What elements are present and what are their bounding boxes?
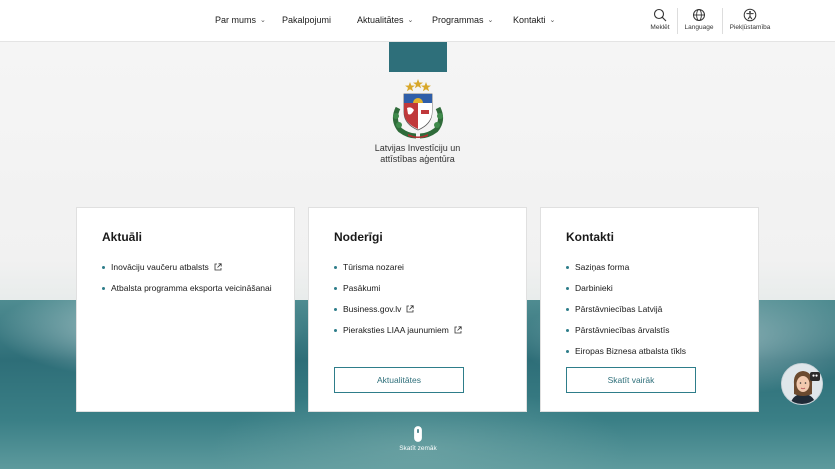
language-button[interactable]: Language [675,8,723,31]
chevron-down-icon: ⌄ [407,17,414,24]
logo-accent-block [389,42,447,72]
list-item[interactable]: Pasākumi [334,283,524,294]
link-list: Saziņas forma Darbinieki Pārstāvniecības… [566,262,756,367]
nav-item-programmas[interactable]: Programmas ⌄ [432,15,493,25]
organization-name: Latvijas Investīciju un attīstības aģent… [374,143,461,164]
list-item[interactable]: Darbinieki [566,283,756,294]
external-link-icon [214,263,222,271]
top-navigation: Par mums ⌄ Pakalpojumi Aktualitātes ⌄ Pr… [0,0,835,42]
list-item[interactable]: Tūrisma nozarei [334,262,524,273]
accessibility-button[interactable]: Piekļūstamība [726,8,774,31]
card-aktuali: Aktuāli Inovāciju vaučeru atbalsts Atbal… [76,207,295,412]
list-item[interactable]: Business.gov.lv [334,304,524,315]
card-noderigi: Noderīgi Tūrisma nozarei Pasākumi Busine… [308,207,527,412]
list-item[interactable]: Inovāciju vaučeru atbalsts [102,262,292,273]
nav-item-aktualitates[interactable]: Aktualitātes ⌄ [357,15,413,25]
list-item[interactable]: Pārstāvniecības ārvalstīs [566,325,756,336]
skatit-vairak-button[interactable]: Skatīt vairāk [566,367,696,393]
card-title: Aktuāli [102,230,143,244]
chevron-down-icon: ⌄ [487,17,494,24]
external-link-icon [407,305,415,313]
globe-icon [693,9,705,21]
card-kontakti: Kontakti Saziņas forma Darbinieki Pārstā… [540,207,759,412]
mouse-scroll-icon [414,426,422,442]
list-item[interactable]: Atbalsta programma eksporta veicināšanai [102,283,292,294]
latvian-coat-of-arms-logo [392,79,444,139]
external-link-icon [454,326,462,334]
card-title: Noderīgi [334,230,383,244]
chat-assistant-button[interactable] [781,363,823,405]
link-list: Tūrisma nozarei Pasākumi Business.gov.lv… [334,262,524,346]
link-list: Inovāciju vaučeru atbalsts Atbalsta prog… [102,262,292,304]
chevron-down-icon: ⌄ [549,17,556,24]
chevron-down-icon: ⌄ [260,17,266,24]
chat-badge-icon: ●● [810,372,820,381]
scroll-down-hint[interactable]: Skatīt zemāk [390,426,446,452]
list-item[interactable]: Saziņas forma [566,262,756,273]
list-item[interactable]: Eiropas Biznesa atbalsta tīkls [566,346,756,357]
divider [722,8,723,34]
card-title: Kontakti [566,230,614,244]
accessibility-icon [743,8,757,22]
nav-item-pakalpojumi[interactable]: Pakalpojumi [282,15,331,25]
nav-item-par-mums[interactable]: Par mums ⌄ [215,15,266,25]
chat-assistant-avatar-icon [782,364,822,404]
list-item[interactable]: Pārstāvniecības Latvijā [566,304,756,315]
search-icon [653,8,667,22]
aktualitates-button[interactable]: Aktualitātes [334,367,464,393]
list-item[interactable]: Pieraksties LIAA jaunumiem [334,325,524,336]
nav-item-kontakti[interactable]: Kontakti ⌄ [513,15,555,25]
